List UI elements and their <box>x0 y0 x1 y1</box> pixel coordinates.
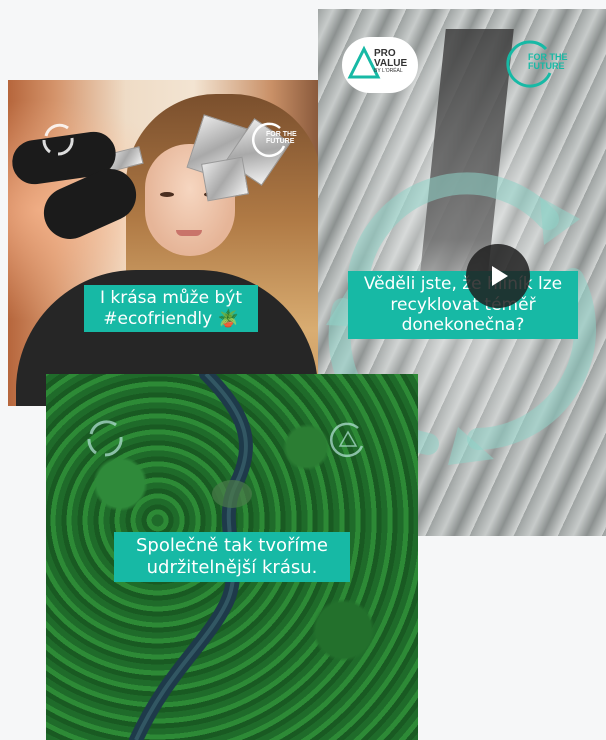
model-caption: I krása může být #ecofriendly 🪴 <box>84 285 258 333</box>
model-caption-line-1: I krása může být <box>100 288 242 308</box>
recycle-loop-icon <box>42 123 74 156</box>
model-caption-line-2: #ecofriendly 🪴 <box>103 308 239 329</box>
hair-foil <box>201 156 249 202</box>
pro-value-icon <box>330 422 364 458</box>
model-card[interactable]: FOR THE FUTURE I krása může být #ecofrie… <box>8 80 318 406</box>
forest-caption: Společně tak tvoříme udržitelnější krásu… <box>114 532 350 582</box>
forest-caption-line-2: udržitelnější krásu. <box>146 556 318 578</box>
for-the-future-logo: FOR THE FUTURE <box>250 120 310 160</box>
model-eye-left <box>160 192 174 197</box>
video-caption-line-1: Věděli jste, že hliník lze <box>363 274 563 294</box>
pro-value-line3: BY L'ORÉAL <box>374 68 403 74</box>
model-mouth <box>176 230 202 236</box>
for-future-line2: FUTURE <box>528 61 565 72</box>
recycle-loop-icon <box>87 420 123 457</box>
forest-card[interactable]: Společně tak tvoříme udržitelnější krásu… <box>46 374 418 740</box>
pro-value-logo: PRO VALUE BY L'ORÉAL <box>342 37 418 93</box>
video-caption-line-2: recyklovat téměř <box>390 294 536 315</box>
play-icon <box>492 266 508 286</box>
video-caption: Věděli jste, že hliník lze recyklovat té… <box>348 271 578 340</box>
for-future-line2: FUTURE <box>266 138 295 146</box>
play-button[interactable] <box>466 244 530 308</box>
for-future-line1: FOR THE <box>266 131 297 138</box>
video-caption-line-3: donekonečna? <box>401 315 525 336</box>
forest-caption-line-1: Společně tak tvoříme <box>135 535 328 556</box>
for-the-future-logo: FOR THE FUTURE <box>506 39 586 91</box>
